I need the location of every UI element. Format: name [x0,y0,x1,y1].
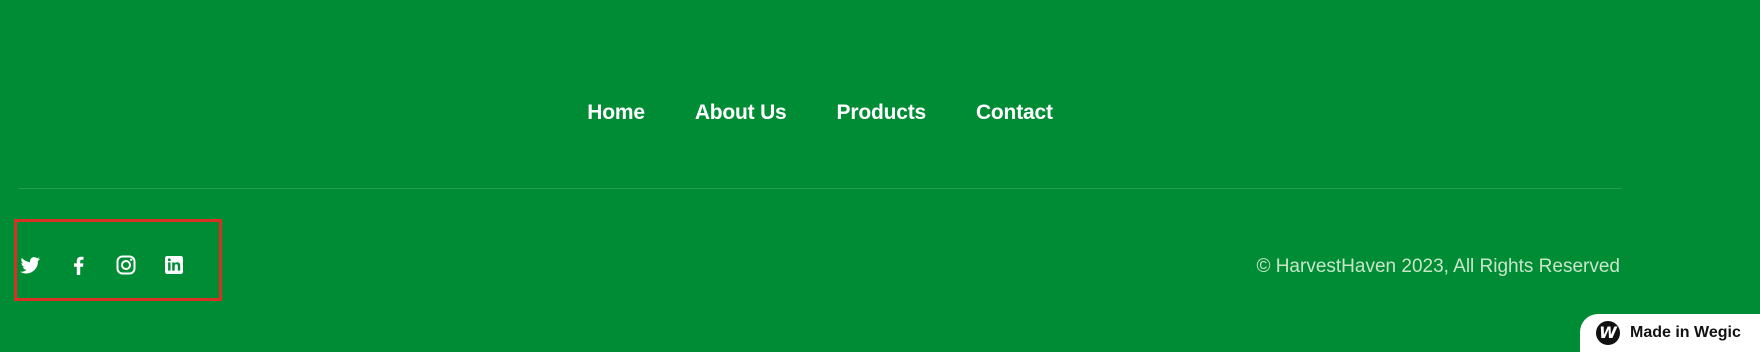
nav-about-us-link[interactable]: About Us [695,98,787,128]
wegic-logo-icon: W [1596,321,1620,345]
twitter-icon[interactable] [18,253,42,277]
made-in-wegic-badge[interactable]: W Made in Wegic [1580,314,1760,352]
footer: Home About Us Products Contact © Harvest… [0,0,1760,352]
copyright-text: © HarvestHaven 2023, All Rights Reserved [1256,256,1620,277]
instagram-icon[interactable] [114,253,138,277]
footer-divider [18,188,1622,189]
facebook-icon[interactable] [66,253,90,277]
nav-home-link[interactable]: Home [587,98,645,128]
nav-contact-link[interactable]: Contact [976,98,1053,128]
made-in-wegic-label: Made in Wegic [1630,324,1741,341]
footer-nav: Home About Us Products Contact [0,98,1640,128]
nav-products-link[interactable]: Products [837,98,927,128]
linkedin-icon[interactable] [162,253,186,277]
social-links [18,253,186,277]
